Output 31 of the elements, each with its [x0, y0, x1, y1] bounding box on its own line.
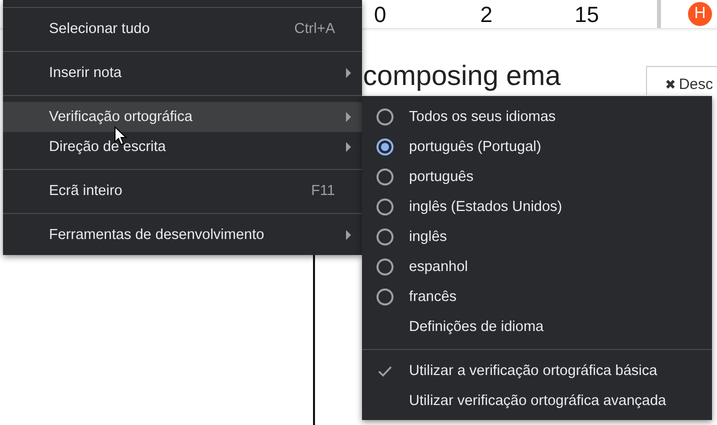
- shortcut-text: Ctrl+A: [294, 21, 335, 37]
- heading: composing ema: [363, 60, 561, 92]
- menu-item[interactable]: Definições de idioma: [362, 312, 712, 342]
- menu-item[interactable]: Selecionar tudo Ctrl+A: [3, 14, 362, 44]
- menu-item[interactable]: francês: [362, 282, 712, 312]
- radio-icon[interactable]: [376, 228, 394, 246]
- menu-item[interactable]: Inserir nota: [3, 58, 362, 88]
- counter-text: 0: [374, 0, 386, 28]
- menu-item[interactable]: Ecrã inteiro F11: [3, 176, 362, 206]
- counter-text: 15: [574, 0, 599, 28]
- menu-item[interactable]: Todos os seus idiomas: [362, 102, 712, 132]
- check-icon: [378, 366, 392, 376]
- menu-item[interactable]: português (Portugal): [362, 132, 712, 162]
- counter-text: 2: [480, 0, 492, 28]
- radio-icon[interactable]: [376, 108, 394, 126]
- shortcut-text: F11: [311, 183, 335, 199]
- menu-item[interactable]: espanhol: [362, 252, 712, 282]
- menu-item[interactable]: Direção de escrita: [3, 132, 362, 162]
- menu-item[interactable]: Verificação ortográfica: [3, 102, 362, 132]
- menu-item[interactable]: Utilizar verificação ortográfica avançada: [362, 386, 712, 416]
- radio-icon[interactable]: [376, 198, 394, 216]
- menu-item[interactable]: Utilizar a verificação ortográfica básica: [362, 356, 712, 386]
- radio-icon[interactable]: [376, 288, 394, 306]
- menu-item[interactable]: inglês: [362, 222, 712, 252]
- discard-button[interactable]: ✖ Desc: [646, 66, 717, 95]
- radio-icon[interactable]: [376, 168, 394, 186]
- menu-item[interactable]: Ferramentas de desenvolvimento: [3, 220, 362, 250]
- menu-item[interactable]: inglês (Estados Unidos): [362, 192, 712, 222]
- menu-item[interactable]: português: [362, 162, 712, 192]
- radio-selected-icon[interactable]: [376, 138, 394, 156]
- radio-icon[interactable]: [376, 258, 394, 276]
